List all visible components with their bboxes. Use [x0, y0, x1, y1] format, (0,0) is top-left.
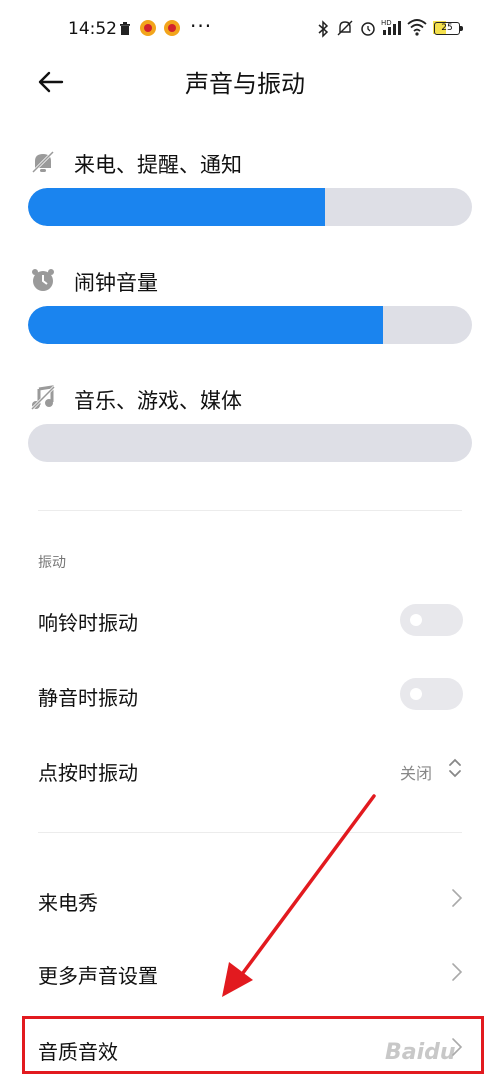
- alarm-volume-slider[interactable]: [28, 306, 472, 344]
- silent-vibrate-label: 静音时振动: [38, 686, 138, 710]
- wifi-icon: [407, 19, 427, 36]
- bell-muted-icon: [31, 150, 55, 174]
- watermark-logo: Baidu: [385, 1040, 456, 1065]
- silent-vibrate-toggle[interactable]: [400, 678, 463, 710]
- ring-vibrate-label: 响铃时振动: [38, 611, 138, 635]
- alarm-clock-icon: [32, 269, 54, 291]
- section-title-vibration: 振动: [38, 555, 66, 571]
- alarm-volume-label: 闹钟音量: [74, 271, 158, 295]
- media-volume-label: 音乐、游戏、媒体: [74, 389, 242, 413]
- trash-icon: [120, 22, 130, 35]
- ring-volume-fill: [28, 188, 326, 226]
- ring-volume-label: 来电、提醒、通知: [74, 153, 242, 177]
- battery-tip: [460, 26, 463, 31]
- tap-vibrate-label[interactable]: 点按时振动: [38, 757, 138, 786]
- ring-volume-slider[interactable]: [28, 188, 472, 226]
- chevron-right-icon: [452, 889, 463, 907]
- divider: [38, 510, 462, 511]
- ring-vibrate-toggle[interactable]: [400, 604, 463, 636]
- music-muted-icon: [30, 385, 56, 411]
- menu-item-more-sound-settings[interactable]: 更多声音设置: [38, 960, 158, 989]
- more-notifications-icon: ···: [190, 14, 213, 38]
- weibo-icon: [164, 20, 180, 36]
- svg-text:HD: HD: [381, 19, 392, 27]
- media-volume-slider[interactable]: [28, 424, 472, 462]
- status-time: 14:52: [68, 19, 117, 39]
- divider: [38, 832, 462, 833]
- battery-icon: 25: [433, 21, 460, 35]
- tap-vibrate-value[interactable]: 关闭: [400, 760, 432, 784]
- battery-level: 25: [441, 23, 453, 33]
- signal-icon: HD: [381, 19, 401, 35]
- alarm-volume-fill: [28, 306, 384, 344]
- weibo-icon: [140, 20, 156, 36]
- chevron-right-icon: [452, 963, 463, 981]
- page-title: 声音与振动: [185, 70, 305, 98]
- menu-item-caller-show[interactable]: 来电秀: [38, 887, 98, 916]
- alarm-icon: [361, 22, 375, 36]
- bell-muted-icon: [337, 20, 353, 36]
- bluetooth-icon: [318, 20, 329, 38]
- chevron-updown-icon[interactable]: [446, 756, 464, 780]
